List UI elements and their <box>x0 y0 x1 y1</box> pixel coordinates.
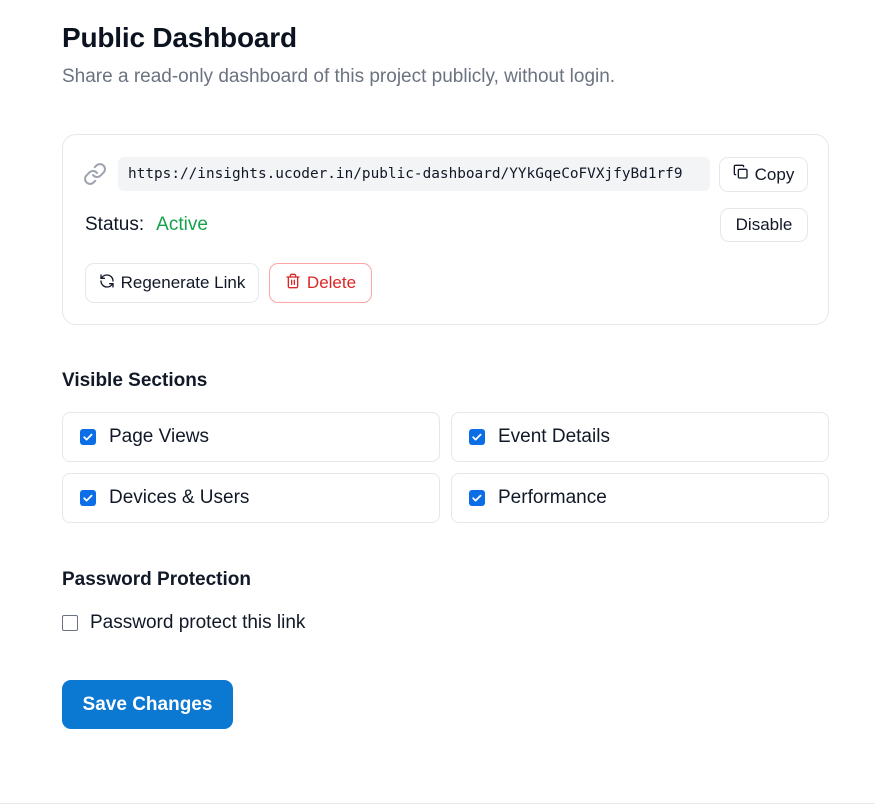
page-title: Public Dashboard <box>62 22 297 53</box>
password-protect-checkbox[interactable] <box>62 615 78 631</box>
regenerate-link-button[interactable]: Regenerate Link <box>85 263 259 303</box>
link-icon <box>83 162 107 186</box>
status-row: Status: Active <box>85 214 208 236</box>
public-url-text: https://insights.ucoder.in/public-dashbo… <box>128 166 683 182</box>
delete-button-label: Delete <box>306 273 357 292</box>
password-protect-label: Password protect this link <box>90 612 306 633</box>
disable-button[interactable]: Disable <box>720 208 808 242</box>
performance-checkbox[interactable] <box>469 490 485 506</box>
section-option-devices-users[interactable]: Devices & Users <box>62 473 440 523</box>
refresh-icon <box>99 273 115 294</box>
public-link-card: https://insights.ucoder.in/public-dashbo… <box>62 134 829 325</box>
section-option-event-details[interactable]: Event Details <box>451 412 829 462</box>
checkmark-icon <box>83 494 93 502</box>
checkmark-icon <box>472 433 482 441</box>
password-protect-option[interactable]: Password protect this link <box>62 612 305 634</box>
section-option-page-views[interactable]: Page Views <box>62 412 440 462</box>
bottom-divider <box>0 803 874 804</box>
password-protection-title: Password Protection <box>62 569 251 590</box>
checkmark-icon <box>472 494 482 502</box>
event-details-checkbox[interactable] <box>469 429 485 445</box>
checkmark-icon <box>83 433 93 441</box>
trash-icon <box>285 273 301 294</box>
devices-users-checkbox[interactable] <box>80 490 96 506</box>
save-changes-button[interactable]: Save Changes <box>62 680 233 729</box>
disable-button-label: Disable <box>735 215 793 234</box>
visible-sections-title: Visible Sections <box>62 370 208 391</box>
section-option-label: Event Details <box>498 426 610 447</box>
section-option-label: Performance <box>498 487 607 508</box>
copy-button-label: Copy <box>754 164 795 184</box>
status-label: Status: <box>85 214 145 235</box>
status-badge: Active <box>156 214 208 235</box>
public-url-field[interactable]: https://insights.ucoder.in/public-dashbo… <box>118 157 710 191</box>
section-option-label: Devices & Users <box>109 487 250 508</box>
section-option-performance[interactable]: Performance <box>451 473 829 523</box>
page-subtitle: Share a read-only dashboard of this proj… <box>62 66 616 87</box>
page-views-checkbox[interactable] <box>80 429 96 445</box>
copy-icon <box>733 164 749 185</box>
copy-button[interactable]: Copy <box>719 157 808 192</box>
section-option-label: Page Views <box>109 426 209 447</box>
regenerate-link-label: Regenerate Link <box>120 273 246 292</box>
delete-button[interactable]: Delete <box>269 263 372 303</box>
